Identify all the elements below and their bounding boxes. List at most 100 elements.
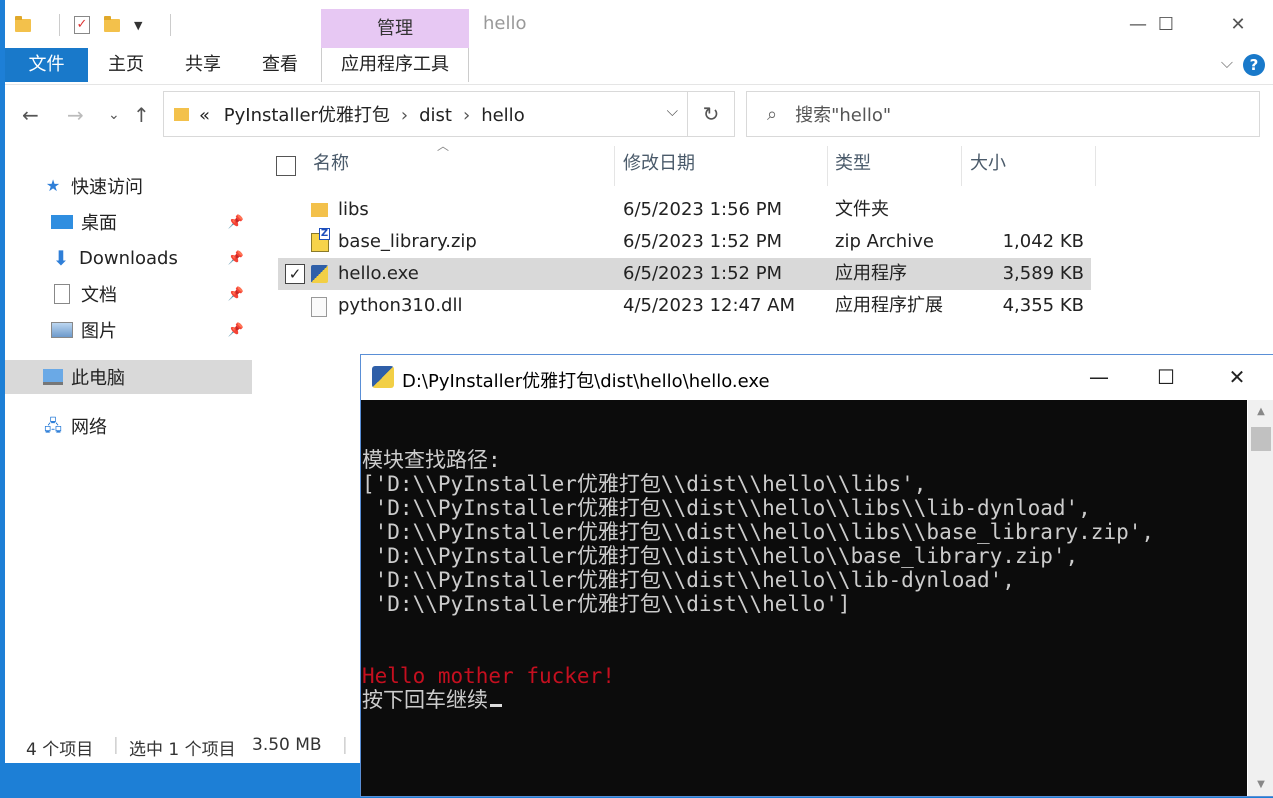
manage-context-tab[interactable]: 管理 [321,9,469,48]
properties-icon[interactable]: ✓ [74,16,90,34]
console-line: 'D:\\PyInstaller优雅打包\\dist\\hello'] [362,592,851,616]
ribbon-expand-icon[interactable]: ⌵ [1221,53,1233,73]
help-icon[interactable]: ? [1243,54,1265,76]
customize-toolbar-arrow-icon[interactable]: ▼ [134,19,142,32]
console-line: 'D:\\PyInstaller优雅打包\\dist\\hello\\libs\… [362,496,1091,520]
network-icon: 🖧 [44,416,62,435]
tab-home[interactable]: 主页 [100,48,152,82]
sidebar-item-desktop[interactable]: 桌面 📌 [5,205,252,239]
document-icon [54,284,70,304]
column-divider[interactable] [1095,146,1096,186]
sidebar-item-label: Downloads [79,247,178,269]
status-divider: | [113,735,119,755]
breadcrumb-segment[interactable]: hello [481,105,525,126]
file-name: hello.exe [338,263,419,284]
file-modified: 6/5/2023 1:52 PM [623,263,783,284]
sidebar-item-network[interactable]: 🖧 网络 [5,409,252,443]
file-row[interactable]: base_library.zip 6/5/2023 1:52 PM zip Ar… [278,226,1091,258]
console-line: 模块查找路径: [362,448,501,472]
breadcrumb-segment[interactable]: PyInstaller优雅打包 [224,105,390,126]
breadcrumb-overflow[interactable]: « [199,105,210,126]
computer-icon [43,369,63,385]
select-all-checkbox[interactable] [276,156,296,176]
file-size: 1,042 KB [1002,231,1084,252]
column-header-name[interactable]: 名称 [313,146,349,186]
pin-icon[interactable]: 📌 [228,287,244,302]
sidebar-item-label: 此电脑 [71,368,125,389]
window-title: hello [483,13,527,34]
sidebar-item-documents[interactable]: 文档 📌 [5,277,252,311]
file-size: 4,355 KB [1002,295,1084,316]
scroll-up-icon[interactable]: ▲ [1248,406,1273,417]
tab-application-tools[interactable]: 应用程序工具 [321,48,469,82]
python-exe-icon [372,366,394,388]
column-divider[interactable] [614,146,615,186]
console-title-bar[interactable]: D:\PyInstaller优雅打包\dist\hello\hello.exe … [361,355,1273,400]
pin-icon[interactable]: 📌 [228,251,244,266]
refresh-icon[interactable]: ↻ [687,92,734,136]
sidebar-item-downloads[interactable]: ⬇ Downloads 📌 [5,241,252,275]
console-prompt: 按下回车继续 [362,688,488,712]
sidebar-item-this-pc[interactable]: 此电脑 [5,360,252,394]
column-header-size[interactable]: 大小 [970,146,1006,186]
status-divider: | [342,735,348,755]
console-minimize-button[interactable]: — [1076,361,1122,393]
sort-ascending-icon: ︿ [437,139,450,153]
file-type: 应用程序 [835,263,907,284]
folder-icon [311,203,328,217]
chevron-right-icon[interactable]: › [463,105,470,126]
back-arrow-icon[interactable]: ← [22,103,39,127]
file-modified: 6/5/2023 1:56 PM [623,199,783,220]
console-prompt-line: 按下回车继续 [362,688,502,712]
folder-icon [174,107,189,121]
status-size: 3.50 MB [252,735,322,755]
star-icon: ★ [45,176,61,195]
search-input[interactable]: 搜索"hello" [795,101,891,127]
column-header-modified[interactable]: 修改日期 [623,146,695,186]
file-size: 3,589 KB [1002,263,1084,284]
file-row[interactable]: libs 6/5/2023 1:56 PM 文件夹 [278,194,1091,226]
console-line: 'D:\\PyInstaller优雅打包\\dist\\hello\\lib-d… [362,568,1015,592]
console-scrollbar[interactable]: ▲ ▼ [1248,400,1273,796]
tab-share[interactable]: 共享 [177,48,229,82]
tab-file[interactable]: 文件 [5,48,88,82]
new-folder-icon[interactable] [104,15,120,32]
address-bar[interactable]: « PyInstaller优雅打包 › dist › hello ⌵ ↻ [163,91,735,137]
status-bar: 4 个项目 | 选中 1 个项目 3.50 MB | [5,730,365,760]
row-checkbox[interactable]: ✓ [285,264,305,284]
recent-locations-chevron-icon[interactable]: ⌄ [108,107,120,123]
chevron-right-icon[interactable]: › [401,105,408,126]
file-name: libs [338,199,369,220]
sidebar-item-pictures[interactable]: 图片 📌 [5,313,252,347]
pin-icon[interactable]: 📌 [228,323,244,338]
forward-arrow-icon[interactable]: → [67,103,84,127]
file-row[interactable]: ✓ hello.exe 6/5/2023 1:52 PM 应用程序 3,589 … [278,258,1091,290]
navigation-bar: ← → ⌄ ↑ « PyInstaller优雅打包 › dist › hello ⌵ ↻… [5,91,1273,137]
tab-view[interactable]: 查看 [254,48,306,82]
close-button[interactable]: ✕ [1215,10,1261,40]
address-dropdown-icon[interactable]: ⌵ [667,102,678,120]
console-output[interactable]: 模块查找路径: ['D:\\PyInstaller优雅打包\\dist\\hel… [361,400,1247,796]
maximize-button[interactable]: ☐ [1143,10,1189,40]
sidebar-item-label: 图片 [81,321,117,342]
status-selection: 选中 1 个项目 [129,740,236,760]
file-type: zip Archive [835,231,934,252]
file-name: base_library.zip [338,231,477,252]
file-name: python310.dll [338,295,463,316]
sidebar-item-quick-access[interactable]: ★ 快速访问 [5,169,252,203]
pin-icon[interactable]: 📌 [228,215,244,230]
column-divider[interactable] [827,146,828,186]
search-box[interactable]: ⌕ 搜索"hello" [746,91,1260,137]
scrollbar-thumb[interactable] [1251,427,1271,451]
scroll-down-icon[interactable]: ▼ [1248,779,1273,790]
up-arrow-icon[interactable]: ↑ [133,103,150,127]
breadcrumb-segment[interactable]: dist [419,105,452,126]
console-maximize-button[interactable]: ☐ [1143,361,1189,393]
divider [170,14,172,36]
column-header-type[interactable]: 类型 [835,146,871,186]
column-divider[interactable] [961,146,962,186]
title-bar: ✓ ▼ 管理 hello — ☐ ✕ [5,0,1273,48]
divider [59,14,60,36]
file-row[interactable]: python310.dll 4/5/2023 12:47 AM 应用程序扩展 4… [278,290,1091,322]
console-close-button[interactable]: ✕ [1214,361,1260,393]
